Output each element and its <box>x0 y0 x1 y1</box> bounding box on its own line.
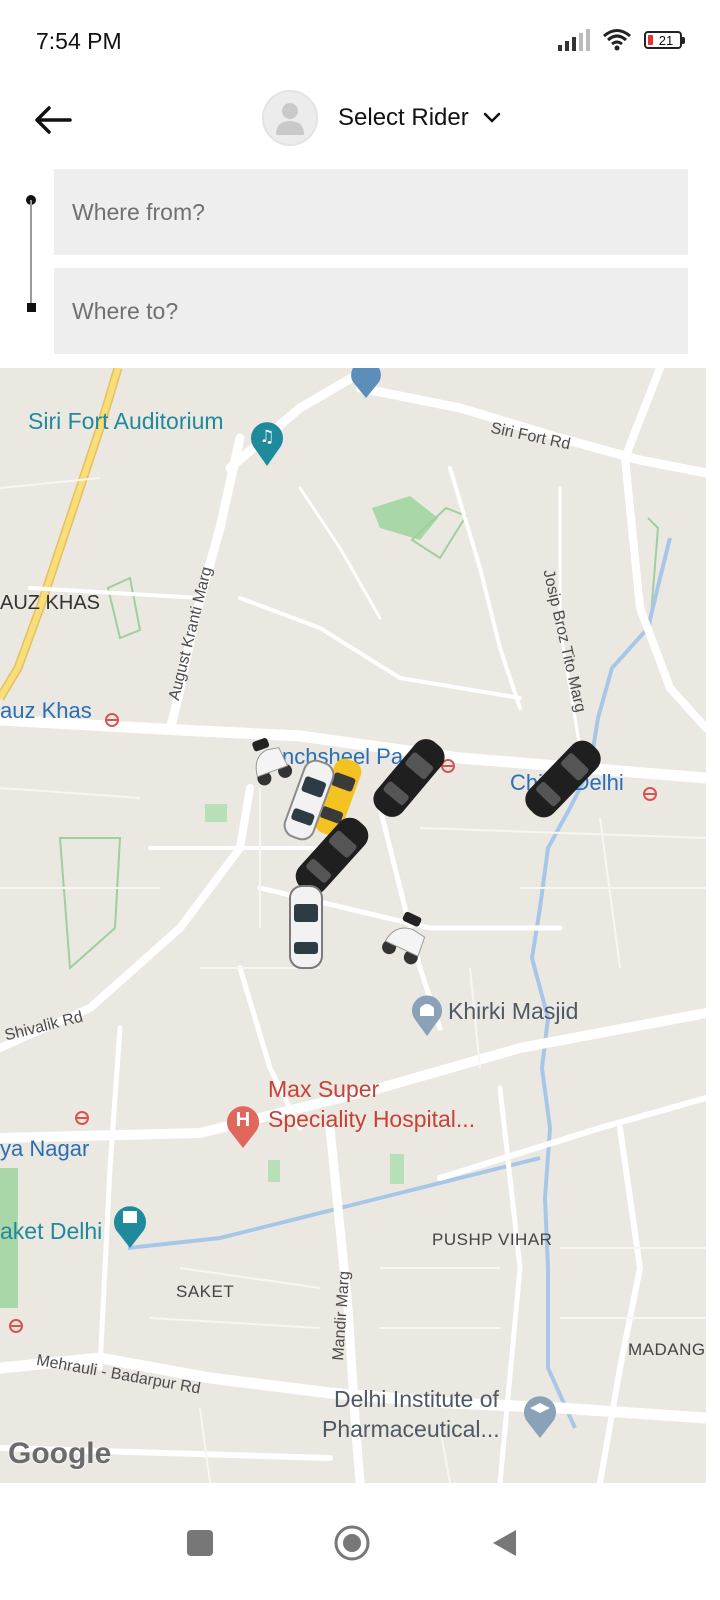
label-saket: SAKET <box>176 1282 235 1301</box>
black-car-icon[interactable] <box>368 730 450 826</box>
back-button[interactable] <box>24 100 80 140</box>
where-from-input[interactable] <box>54 169 688 255</box>
black-car-icon[interactable] <box>520 730 606 828</box>
arrow-left-icon <box>35 106 72 134</box>
status-bar: 7:54 PM 21 <box>0 0 720 84</box>
map-view[interactable]: ♫ H Siri Fort Auditorium Siri Fort Rd Jo… <box>0 368 706 1483</box>
route-connector <box>30 200 32 308</box>
map-base <box>0 368 706 1483</box>
label-dipsar-line1[interactable]: Delhi Institute of <box>334 1384 499 1414</box>
svg-text:♫: ♫ <box>259 427 274 447</box>
white-car-icon[interactable] <box>284 882 328 972</box>
dropoff-square-icon <box>27 303 36 312</box>
chevron-down-icon <box>483 112 500 123</box>
circle-home-icon <box>334 1525 370 1561</box>
label-khirki-masjid[interactable]: Khirki Masjid <box>448 996 578 1026</box>
system-nav-bar <box>0 1483 720 1600</box>
cinema-pin-icon[interactable] <box>112 1200 148 1250</box>
signal-icon <box>558 29 590 51</box>
nav-back-button[interactable] <box>474 1513 534 1573</box>
avatar <box>262 90 318 146</box>
metro-station-icon <box>9 1319 23 1333</box>
education-pin-icon[interactable] <box>522 1390 558 1440</box>
metro-station-icon <box>643 787 657 801</box>
label-pushp-vihar: PUSHP VIHAR <box>432 1230 553 1249</box>
label-madangir: MADANGI <box>628 1340 706 1359</box>
metro-station-icon <box>75 1111 89 1125</box>
square-icon <box>187 1530 213 1556</box>
select-rider-label: Select Rider <box>338 104 469 131</box>
label-max-hospital-line2[interactable]: Speciality Hospital... <box>268 1104 475 1134</box>
label-hauz-khas-metro[interactable]: auz Khas <box>0 698 92 724</box>
where-to-input[interactable] <box>54 268 688 354</box>
status-icons: 21 <box>558 28 685 52</box>
music-venue-pin-icon[interactable]: ♫ <box>248 416 286 468</box>
label-max-hospital-line1[interactable]: Max Super <box>268 1074 379 1104</box>
triangle-back-icon <box>493 1530 516 1556</box>
google-logo: Google <box>8 1437 112 1470</box>
hospital-pin-icon[interactable]: H <box>225 1100 261 1150</box>
status-time: 7:54 PM <box>36 28 122 54</box>
label-siri-fort-auditorium[interactable]: Siri Fort Auditorium <box>28 408 224 435</box>
map-pin-icon[interactable] <box>348 368 384 398</box>
person-icon <box>276 103 304 135</box>
mosque-pin-icon[interactable] <box>410 990 444 1038</box>
recents-button[interactable] <box>170 1513 230 1573</box>
label-malviya-nagar[interactable]: ya Nagar <box>0 1136 89 1162</box>
battery-level: 21 <box>658 32 674 48</box>
home-button[interactable] <box>322 1513 382 1573</box>
label-saket-delhi[interactable]: aket Delhi <box>0 1218 102 1245</box>
label-hauz-khas-area: AUZ KHAS <box>0 592 101 614</box>
scooter-icon[interactable] <box>380 902 436 968</box>
metro-station-icon <box>105 713 119 727</box>
wifi-icon <box>603 29 631 51</box>
battery-icon: 21 <box>644 31 685 49</box>
header: Select Rider <box>0 84 720 164</box>
select-rider-button[interactable]: Select Rider <box>262 90 501 146</box>
svg-text:H: H <box>236 1109 250 1131</box>
label-dipsar-line2[interactable]: Pharmaceutical... <box>322 1414 500 1444</box>
